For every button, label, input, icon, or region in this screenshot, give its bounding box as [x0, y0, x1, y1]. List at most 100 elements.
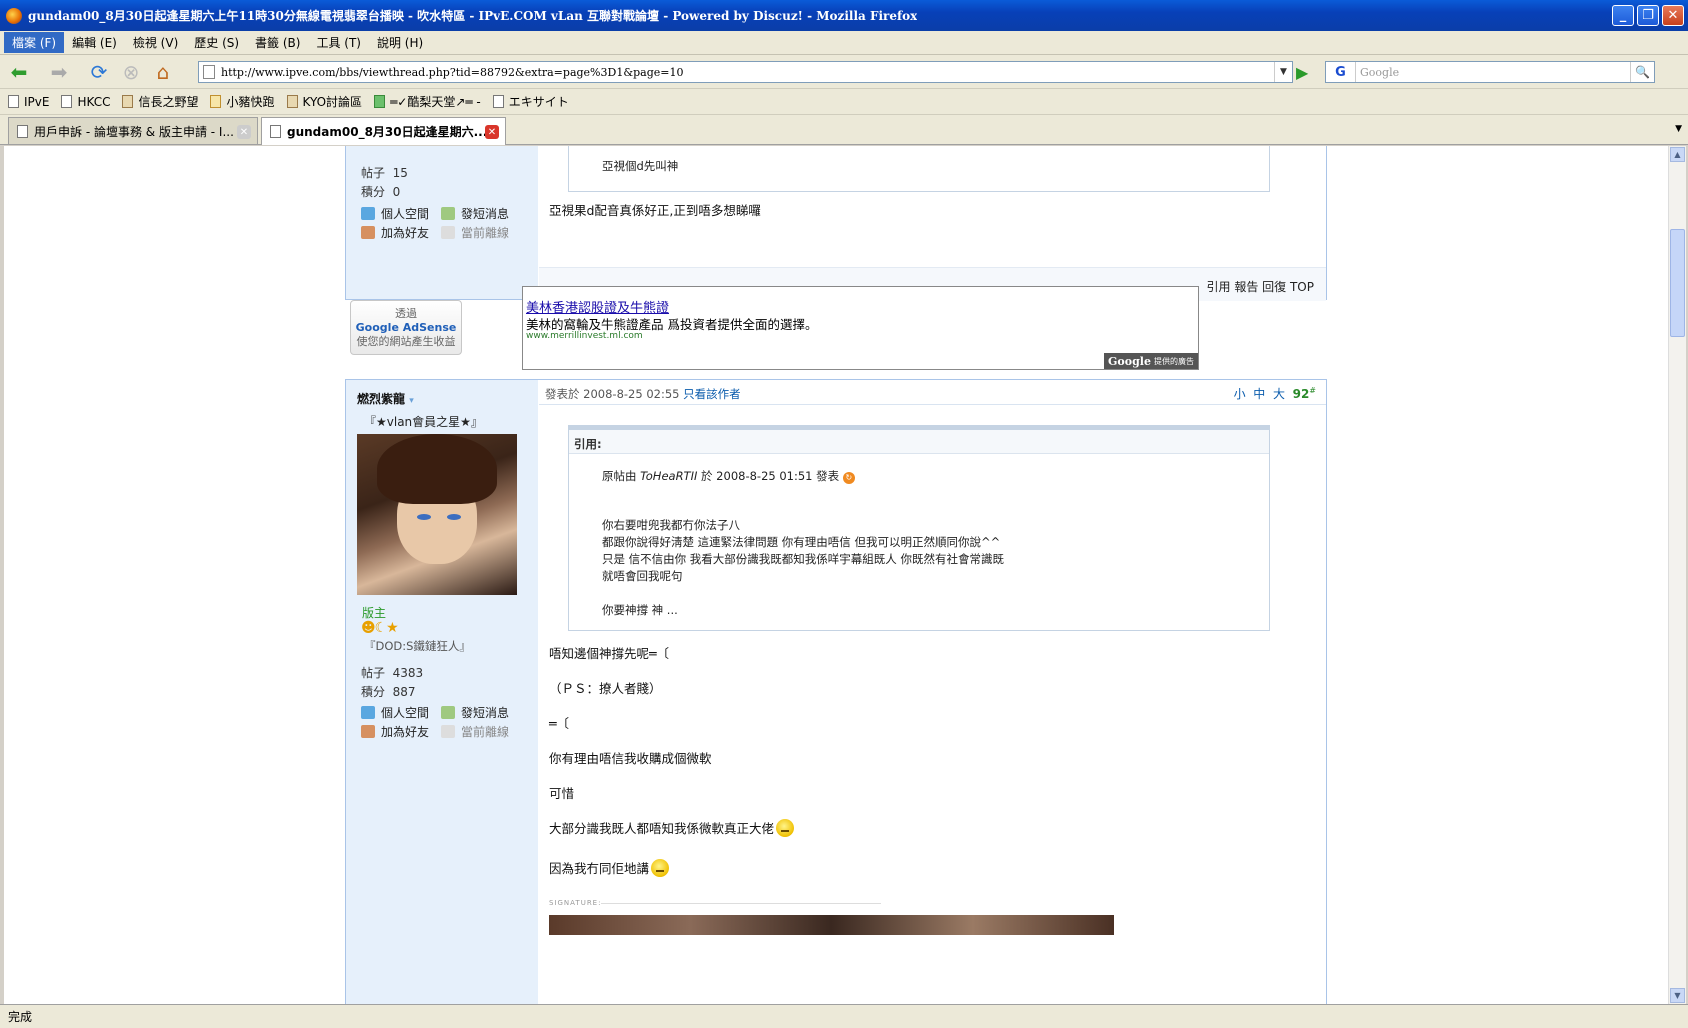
tab-close-icon[interactable]: ✕: [485, 125, 499, 139]
page-icon: [270, 125, 281, 138]
add-friend-link[interactable]: 加為好友: [361, 723, 429, 740]
menu-edit[interactable]: 編輯 (E): [64, 32, 125, 53]
tab-gundam[interactable]: gundam00_8月30日起逢星期六... ✕: [261, 117, 506, 145]
author-name[interactable]: 燃烈紫龍 ▾: [357, 390, 414, 407]
page-icon: [61, 95, 73, 108]
menu-file[interactable]: 檔案 (F): [4, 32, 65, 53]
points-count: 0: [392, 185, 401, 199]
reload-icon[interactable]: ⟳: [86, 59, 112, 85]
font-small-link[interactable]: 小: [1234, 387, 1246, 401]
tab-close-icon[interactable]: ✕: [237, 125, 251, 139]
restore-button[interactable]: ❐: [1637, 5, 1659, 26]
tab-list-icon[interactable]: ▼: [1675, 124, 1682, 134]
quote-line: 只是 信不信由你 我看大部份識我既都知我係咩宇幕組既人 你既然有社會常識既: [602, 552, 1004, 566]
bookmark-kyo[interactable]: KYO討論區: [286, 93, 362, 110]
bookmarks-toolbar: IPvE HKCC 信長之野望 小豬快跑 KYO討論區 ═✓酷梨天堂↗═ - エ…: [0, 89, 1688, 115]
post-author-sidebar: 燃烈紫龍 ▾ 『★vlan會員之星★』 版主 ☻☾★ 『DOD:S鐵鏈狂人』 帖…: [346, 380, 538, 1004]
quote-tail-text: 亞視個d先叫神: [602, 159, 679, 173]
ad-google-badge[interactable]: Google 提供的廣告: [1104, 353, 1198, 369]
back-icon[interactable]: ⬅: [6, 59, 32, 85]
ad-url[interactable]: www.merrillinvest.ml.com: [526, 331, 643, 341]
post-line: 你有理由唔信我收購成個微軟: [549, 751, 712, 766]
font-large-link[interactable]: 大: [1273, 387, 1285, 401]
bookmark-nobunaga[interactable]: 信長之野望: [122, 93, 198, 110]
post-content: 發表於 2008-8-25 02:55 只看該作者 小 中 大 92# 引用: …: [539, 380, 1326, 1004]
status-bar: 完成: [0, 1004, 1688, 1028]
search-box[interactable]: G Google 🔍: [1325, 61, 1655, 83]
points-label: 積分: [361, 685, 386, 699]
url-bar[interactable]: http://www.ipve.com/bbs/viewthread.php?t…: [198, 61, 1293, 83]
menu-help[interactable]: 說明 (H): [369, 32, 431, 53]
quote-line: 就唔會回我呢句: [602, 569, 683, 583]
message-link[interactable]: 發短消息: [441, 205, 509, 222]
favicon-icon: [286, 95, 298, 108]
vertical-scrollbar[interactable]: ▲ ▼: [1668, 146, 1686, 1004]
rank-icons: ☻☾★: [361, 620, 399, 636]
page-icon: [17, 124, 28, 138]
home-link[interactable]: 個人空間: [361, 704, 429, 721]
sad-smiley-icon: [651, 859, 670, 877]
quote-line: 你右要咁兜我都冇你法子八: [602, 518, 740, 532]
search-engine-icon[interactable]: G: [1326, 62, 1356, 82]
forward-icon[interactable]: ➡: [46, 59, 72, 85]
scroll-up-icon[interactable]: ▲: [1670, 147, 1685, 162]
minimize-button[interactable]: _: [1612, 5, 1634, 26]
favicon-icon: [122, 95, 134, 108]
bookmark-hkcc[interactable]: HKCC: [61, 95, 110, 109]
add-friend-link[interactable]: 加為好友: [361, 224, 429, 241]
star-icon: ★: [364, 146, 376, 148]
page-icon: [203, 65, 215, 79]
browser-window: gundam00_8月30日起逢星期六上午11時30分無線電視翡翠台播映 - 吹…: [0, 0, 1688, 1028]
scroll-thumb[interactable]: [1670, 229, 1685, 337]
firefox-icon: [6, 7, 22, 24]
tab-appeal[interactable]: 用戶申訴 - 論壇事務 & 版主申請 - I... ✕: [8, 117, 258, 144]
posts-label: 帖子: [361, 166, 386, 180]
user-group: 版主: [362, 606, 387, 620]
bookmark-ipve[interactable]: IPvE: [8, 95, 49, 109]
go-icon[interactable]: ▶: [1296, 63, 1308, 82]
bookmark-kuli[interactable]: ═✓酷梨天堂↗═ -: [374, 93, 481, 110]
home-icon[interactable]: ⌂: [150, 59, 176, 85]
signature-image: [549, 915, 1114, 935]
post-body: 亞視果d配音真係好正,正到唔多想睇囉: [549, 203, 761, 218]
bookmark-excite[interactable]: エキサイト: [492, 93, 569, 110]
url-dropdown-icon[interactable]: ▼: [1274, 62, 1292, 82]
scroll-down-icon[interactable]: ▼: [1670, 988, 1685, 1003]
menu-history[interactable]: 歷史 (S): [186, 32, 247, 53]
forum-post-previous: ★ 帖子 15 積分 0 個人空間 發短消息 加為好友 當前離線 亞視個d先叫神…: [345, 146, 1327, 301]
add-friend-icon: [361, 226, 375, 239]
goto-post-icon[interactable]: ↻: [842, 472, 855, 484]
close-button[interactable]: ✕: [1662, 5, 1684, 26]
google-ad-box: 美林香港認股證及牛熊證 美林的窩輪及牛熊證產品 爲投資者提供全面的選擇。 www…: [522, 286, 1199, 370]
home-link[interactable]: 個人空間: [361, 205, 429, 222]
quote-line: 都跟你說得好淸楚 這連緊法律問題 你有理由唔信 但我可以明正然順同你說^^: [602, 535, 1001, 549]
tab-bar: 用戶申訴 - 論壇事務 & 版主申請 - I... ✕ gundam00_8月3…: [0, 115, 1688, 145]
quote-box: 引用: 原帖由 ToHeaRTII 於 2008-8-25 01:51 發表 ↻…: [568, 425, 1270, 631]
posts-label: 帖子: [361, 666, 386, 680]
post-date: 發表於 2008-8-25 02:55 只看該作者: [545, 387, 741, 401]
menu-tools[interactable]: 工具 (T): [308, 32, 369, 53]
post-footer-actions[interactable]: 引用 報告 回復 TOP: [1207, 278, 1314, 295]
search-icon[interactable]: 🔍: [1630, 62, 1654, 82]
post-line: （ＰＳ：撩人者賤）: [549, 681, 662, 696]
quote-label: 引用:: [574, 437, 602, 451]
avatar: [357, 434, 517, 595]
offline-icon: [441, 725, 455, 738]
page-icon: [492, 95, 504, 108]
search-placeholder: Google: [1360, 65, 1400, 79]
status-text: 完成: [8, 1010, 33, 1024]
font-medium-link[interactable]: 中: [1253, 387, 1265, 401]
menu-view[interactable]: 檢視 (V): [125, 32, 186, 53]
only-author-link[interactable]: 只看該作者: [683, 387, 741, 401]
forum-post: 燃烈紫龍 ▾ 『★vlan會員之星★』 版主 ☻☾★ 『DOD:S鐵鏈狂人』 帖…: [345, 379, 1327, 1004]
font-size-controls: 小 中 大 92#: [1233, 386, 1316, 401]
adsense-button[interactable]: 透過 Google AdSense 使您的網站產生收益: [350, 300, 462, 355]
offline-status: 當前離線: [441, 224, 509, 241]
chevron-down-icon[interactable]: ▾: [409, 396, 414, 406]
bookmark-pig[interactable]: 小豬快跑: [210, 93, 275, 110]
floor-number[interactable]: 92: [1293, 387, 1310, 401]
page-icon: [8, 95, 19, 108]
stop-icon[interactable]: ⊗: [118, 59, 144, 85]
menu-bookmarks[interactable]: 書籤 (B): [247, 32, 308, 53]
message-link[interactable]: 發短消息: [441, 704, 509, 721]
